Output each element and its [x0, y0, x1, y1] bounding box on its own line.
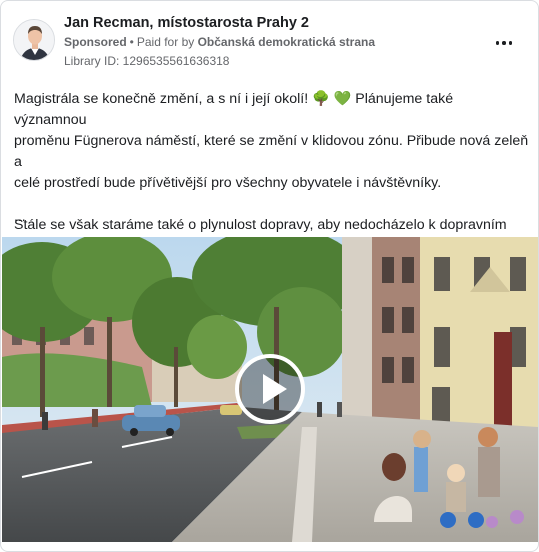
- post-paragraph-1: Magistrála se konečně změní, a s ní i je…: [14, 91, 529, 191]
- avatar[interactable]: [13, 19, 55, 61]
- page-name[interactable]: Jan Recman, místostarosta Prahy 2: [64, 15, 309, 31]
- sponsored-label[interactable]: Sponsored: [64, 35, 127, 49]
- video-thumbnail[interactable]: [2, 237, 538, 542]
- ad-post-card: Jan Recman, místostarosta Prahy 2 Sponso…: [0, 0, 539, 552]
- avatar-photo: [14, 20, 54, 60]
- post-text: Magistrála se konečně změní, a s ní i je…: [14, 89, 529, 257]
- paid-for-prefix: Paid for by: [136, 35, 195, 49]
- more-options-button[interactable]: [490, 33, 518, 53]
- post-header: Jan Recman, místostarosta Prahy 2 Sponso…: [13, 13, 526, 71]
- library-id: Library ID: 1296535561636318: [64, 54, 230, 68]
- play-icon: [263, 374, 287, 404]
- play-button[interactable]: [235, 354, 305, 424]
- more-options-icon: [495, 41, 500, 45]
- separator-dot: •: [129, 35, 134, 49]
- paid-for-by-name[interactable]: Občanská demokratická strana: [198, 35, 375, 49]
- sponsor-line: Sponsored • Paid for by Občanská demokrati…: [64, 35, 375, 49]
- see-more-ellipsis[interactable]: ...: [14, 208, 26, 224]
